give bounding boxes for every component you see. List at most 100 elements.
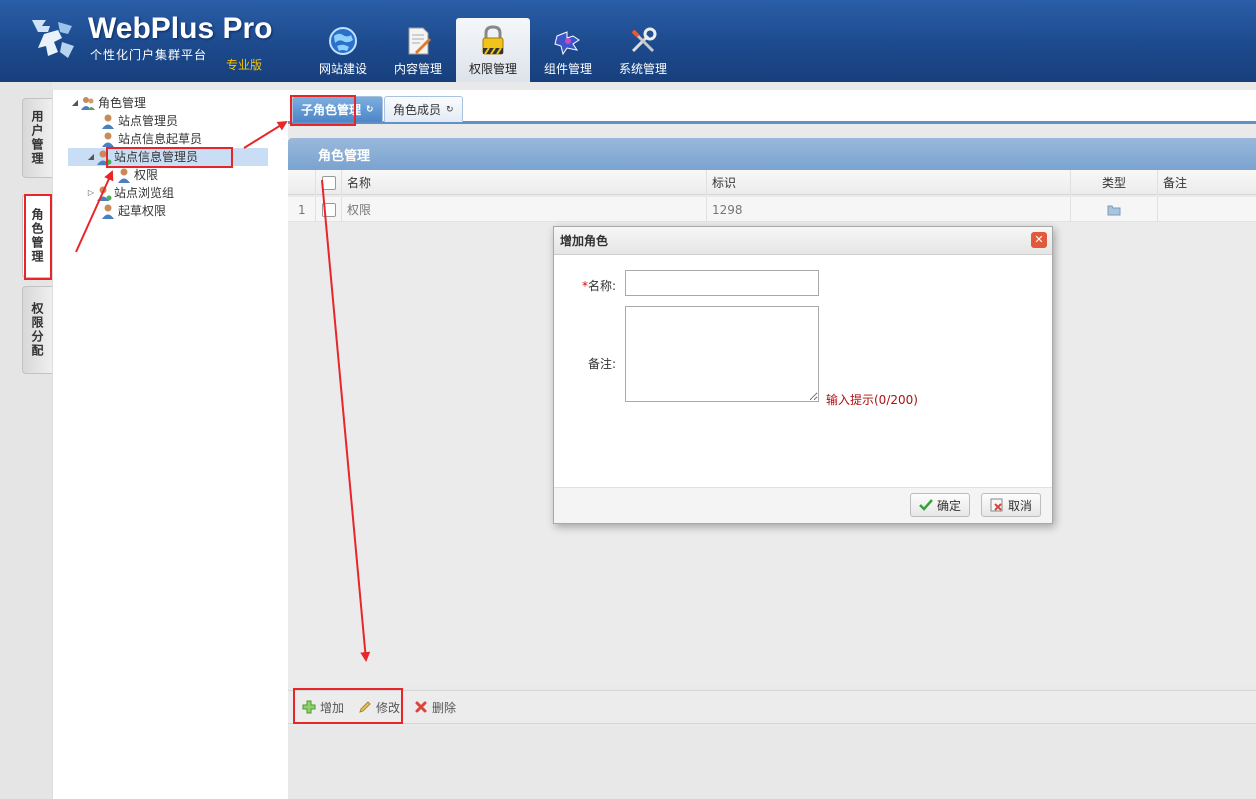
name-label-wrap: *名称:	[556, 277, 616, 294]
tree-node-label: 起草权限	[118, 204, 167, 218]
tree-node-label: 权限	[134, 168, 159, 182]
table-row[interactable]: 1 权限 1298	[288, 197, 1256, 222]
tree-node-label: 站点信息管理员	[114, 150, 199, 164]
nav-content[interactable]: 内容管理	[381, 18, 455, 82]
user-group-icon	[97, 186, 112, 201]
nav-components[interactable]: 组件管理	[531, 18, 605, 82]
cell-remark	[1158, 197, 1256, 222]
document-edit-icon	[408, 27, 431, 55]
puzzle-icon	[554, 31, 580, 56]
tree-node[interactable]: 站点管理员	[100, 112, 178, 129]
user-icon	[102, 132, 114, 147]
logo-icon	[32, 20, 74, 58]
tab-role-members[interactable]: 角色成员 ↻	[384, 96, 463, 122]
brand-title: WebPlus Pro	[88, 12, 273, 45]
pencil-icon	[359, 701, 371, 713]
side-tab-users[interactable]: 用户管理	[22, 98, 52, 178]
user-icon	[102, 114, 114, 129]
panel-title: 角色管理	[288, 138, 1256, 170]
side-tab-label: 角色管理	[30, 208, 44, 264]
tab-sub-roles[interactable]: 子角色管理 ↻	[292, 96, 383, 122]
remark-label: 备注:	[587, 357, 616, 371]
nav-label: 组件管理	[543, 62, 592, 76]
row-number-header	[288, 170, 316, 195]
edit-button[interactable]: 修改	[358, 699, 400, 716]
nav-label: 内容管理	[393, 62, 442, 76]
folder-icon	[1107, 205, 1121, 215]
edition-label: 专业版	[226, 58, 263, 72]
lock-icon	[482, 25, 504, 55]
column-header-name[interactable]: 名称	[342, 170, 707, 195]
side-tab-label: 权限分配	[30, 302, 44, 358]
dialog-footer: 确定 取消	[554, 487, 1052, 523]
role-name-input[interactable]	[625, 270, 819, 296]
side-tab-strip: 用户管理 角色管理 权限分配	[0, 82, 52, 799]
expand-arrow-icon[interactable]: ◢	[70, 98, 80, 107]
tree-node-label: 站点管理员	[118, 114, 179, 128]
tree-node[interactable]: 权限	[116, 166, 158, 183]
cell-id: 1298	[707, 197, 1071, 222]
row-checkbox[interactable]	[321, 202, 336, 217]
tree-node-label: 角色管理	[98, 96, 147, 110]
column-header-remark[interactable]: 备注	[1158, 170, 1256, 195]
grid-toolbar: 增加 修改 删除	[288, 690, 1256, 724]
edit-label: 修改	[376, 700, 401, 715]
cell-name: 权限	[342, 197, 707, 222]
brand-subtitle: 个性化门户集群平台	[90, 48, 208, 62]
select-all-checkbox[interactable]	[321, 175, 336, 190]
user-group-icon	[97, 150, 112, 165]
delete-label: 删除	[432, 700, 457, 715]
tab-bar: 子角色管理 ↻ 角色成员 ↻	[288, 90, 1256, 124]
tree-node-selected[interactable]: ◢ 站点信息管理员	[86, 148, 198, 165]
cancel-icon	[990, 498, 1003, 512]
input-hint: 输入提示(0/200)	[826, 393, 918, 407]
add-button[interactable]: 增加	[302, 699, 344, 716]
row-number: 1	[288, 197, 316, 222]
side-tab-label: 用户管理	[30, 110, 44, 166]
confirm-label: 确定	[937, 498, 962, 513]
refresh-icon[interactable]: ↻	[366, 105, 374, 115]
select-all-cell	[316, 170, 342, 195]
collapsed-arrow-icon[interactable]: ▷	[86, 188, 96, 197]
name-label: 名称:	[587, 279, 616, 293]
expand-arrow-icon[interactable]: ◢	[86, 152, 96, 161]
add-role-dialog: 增加角色 ✕ *名称: 备注: 输入提示(0/200) 确定 取消	[553, 226, 1053, 524]
cancel-label: 取消	[1008, 498, 1033, 513]
bottom-area	[288, 726, 1256, 799]
nav-system[interactable]: 系统管理	[606, 18, 680, 82]
side-tab-roles[interactable]: 角色管理	[22, 194, 52, 278]
column-header-type[interactable]: 类型	[1071, 170, 1158, 195]
nav-permission[interactable]: 权限管理	[456, 18, 530, 82]
tree-node[interactable]: ▷ 站点浏览组	[86, 184, 174, 201]
tab-label: 子角色管理	[301, 103, 362, 117]
nav-site-build[interactable]: 网站建设	[306, 18, 380, 82]
row-select-cell	[316, 197, 342, 222]
delete-button[interactable]: 删除	[414, 699, 456, 716]
confirm-button[interactable]: 确定	[910, 493, 971, 517]
check-icon	[919, 499, 933, 511]
user-icon	[118, 168, 130, 183]
role-remark-textarea[interactable]	[625, 306, 819, 402]
nav-label: 网站建设	[318, 62, 367, 76]
refresh-icon[interactable]: ↻	[446, 105, 454, 115]
nav-label: 权限管理	[468, 62, 517, 76]
dialog-title: 增加角色	[554, 227, 1052, 255]
side-tab-assign[interactable]: 权限分配	[22, 286, 52, 374]
globe-icon	[329, 27, 357, 55]
tree-node-root[interactable]: ◢ 角色管理	[70, 94, 146, 111]
cancel-button[interactable]: 取消	[981, 493, 1042, 517]
close-icon[interactable]: ✕	[1031, 232, 1047, 248]
tree-node-label: 站点浏览组	[114, 186, 175, 200]
user-icon	[102, 204, 114, 219]
tab-label: 角色成员	[393, 103, 442, 117]
app-header: WebPlus Pro 个性化门户集群平台 专业版 网站建设 内容管理 权限管理…	[0, 0, 1256, 82]
add-label: 增加	[320, 700, 345, 715]
column-header-id[interactable]: 标识	[707, 170, 1071, 195]
top-nav: 网站建设 内容管理 权限管理 组件管理 系统管理	[306, 18, 681, 82]
tools-icon	[631, 27, 657, 53]
cell-type	[1071, 197, 1158, 222]
users-icon	[81, 96, 95, 110]
tree-node[interactable]: 起草权限	[100, 202, 166, 219]
delete-x-icon	[415, 701, 427, 713]
tree-node[interactable]: 站点信息起草员	[100, 130, 202, 147]
